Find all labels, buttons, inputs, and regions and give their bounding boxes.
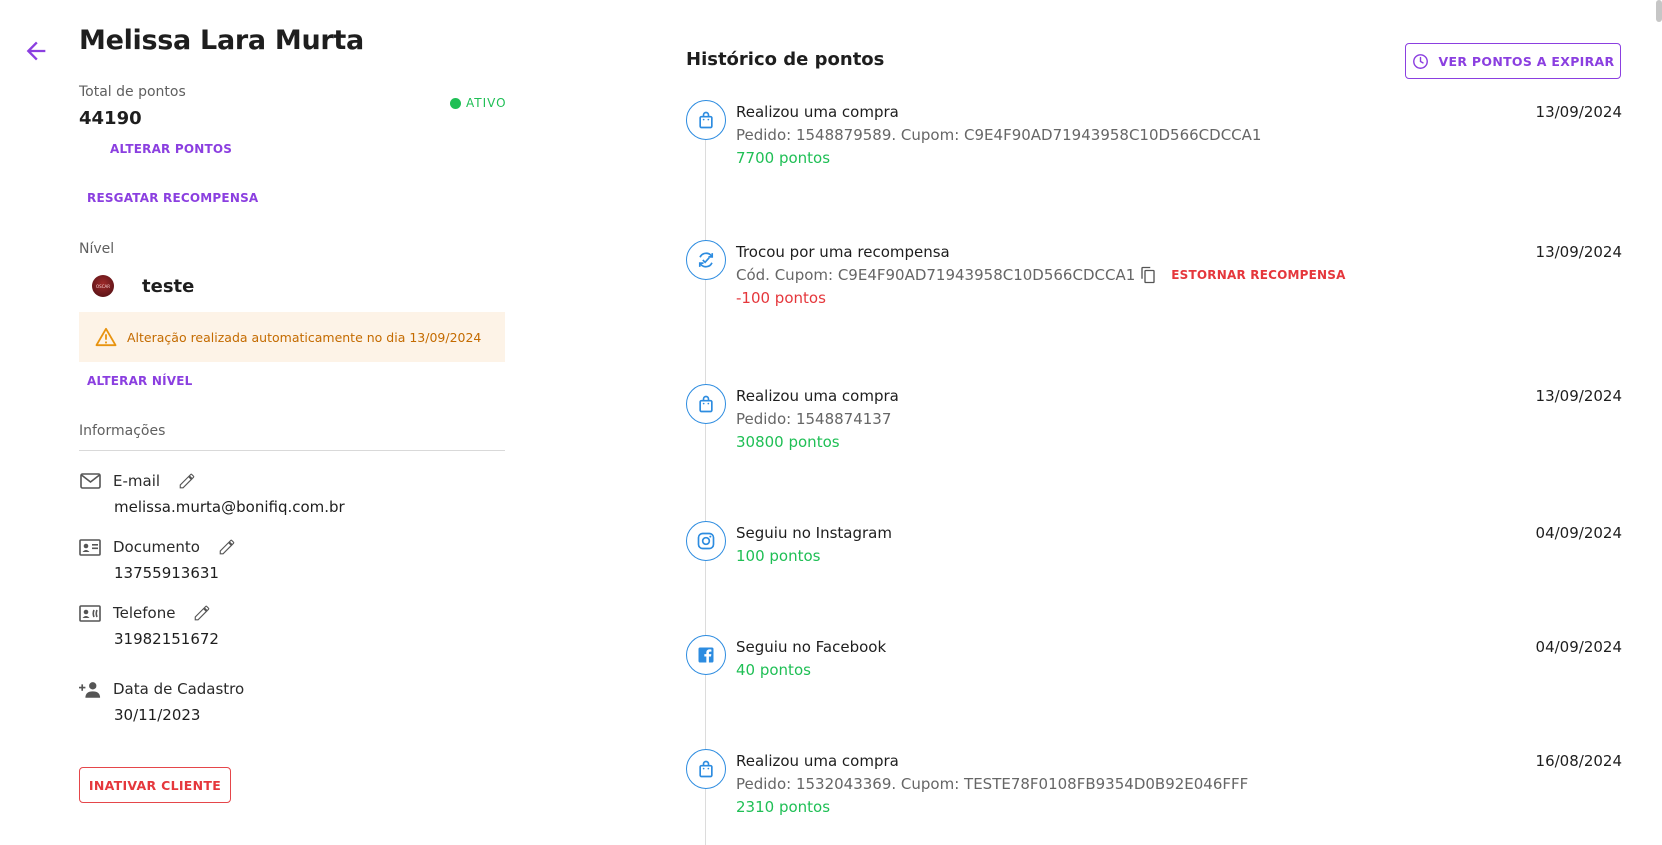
phone-value: 31982151672 <box>114 630 219 648</box>
shopping-bag-icon <box>686 749 726 789</box>
exchange-icon <box>686 240 726 280</box>
email-value: melissa.murta@bonifiq.com.br <box>114 498 345 516</box>
scrollbar-thumb[interactable] <box>1656 0 1662 22</box>
facebook-icon <box>686 635 726 675</box>
status-text: ATIVO <box>466 96 507 110</box>
phone-label: Telefone <box>113 604 176 622</box>
redeem-reward-link[interactable]: RESGATAR RECOMPENSA <box>87 191 258 205</box>
info-phone: Telefone 31982151672 <box>79 604 499 648</box>
customer-name: Melissa Lara Murta <box>79 25 364 56</box>
event-points: 2310 pontos <box>736 798 831 816</box>
event-title: Realizou uma compra <box>736 752 899 770</box>
shopping-bag-icon <box>686 100 726 140</box>
event-date: 16/08/2024 <box>1535 752 1622 770</box>
event-points: 40 pontos <box>736 661 811 679</box>
event-detail-text: Pedido: 1548879589. Cupom: C9E4F90AD7194… <box>736 126 1262 144</box>
signup-label: Data de Cadastro <box>113 680 245 698</box>
history-title: Histórico de pontos <box>686 49 885 70</box>
back-arrow-icon[interactable] <box>22 37 50 65</box>
status-dot-icon <box>450 97 461 109</box>
event-title: Seguiu no Instagram <box>736 524 892 542</box>
view-expiring-points-label: VER PONTOS A EXPIRAR <box>1438 53 1615 69</box>
edit-phone-pencil-icon[interactable] <box>193 604 211 622</box>
total-points-value: 44190 <box>79 108 142 129</box>
event-date: 13/09/2024 <box>1535 243 1622 261</box>
person-add-icon <box>79 680 101 698</box>
signup-value: 30/11/2023 <box>114 706 201 724</box>
level-label: Nível <box>79 241 115 257</box>
deactivate-customer-button[interactable]: INATIVAR CLIENTE <box>79 767 231 803</box>
event-detail-text: Cód. Cupom: C9E4F90AD71943958C10D566CDCC… <box>736 266 1136 284</box>
event-points: 100 pontos <box>736 547 821 565</box>
level-name: teste <box>142 275 195 297</box>
event-points: 7700 pontos <box>736 149 831 167</box>
event-detail-text: Pedido: 1548874137 <box>736 410 892 428</box>
info-document: Documento 13755913631 <box>79 538 499 582</box>
info-email: E-mail melissa.murta@bonifiq.com.br <box>79 472 499 516</box>
info-signup: Data de Cadastro 30/11/2023 <box>79 680 499 724</box>
edit-email-pencil-icon[interactable] <box>178 472 196 490</box>
mail-icon <box>79 472 101 490</box>
edit-document-pencil-icon[interactable] <box>218 538 236 556</box>
info-divider <box>79 450 505 451</box>
view-expiring-points-button[interactable]: VER PONTOS A EXPIRAR <box>1405 43 1621 79</box>
event-detail: Pedido: 1548874137 <box>736 410 1536 428</box>
document-value: 13755913631 <box>114 564 219 582</box>
copy-icon[interactable] <box>1139 266 1157 284</box>
event-detail-text: Pedido: 1532043369. Cupom: TESTE78F0108F… <box>736 775 1249 793</box>
event-title: Trocou por uma recompensa <box>736 243 950 261</box>
instagram-icon <box>686 521 726 561</box>
alter-level-link[interactable]: ALTERAR NÍVEL <box>87 374 193 388</box>
event-date: 13/09/2024 <box>1535 387 1622 405</box>
event-date: 04/09/2024 <box>1535 524 1622 542</box>
contact-phone-icon <box>79 604 101 622</box>
event-title: Seguiu no Facebook <box>736 638 887 656</box>
event-points: 30800 pontos <box>736 433 840 451</box>
alter-points-link[interactable]: ALTERAR PONTOS <box>110 142 232 156</box>
level-change-alert: Alteração realizada automaticamente no d… <box>79 312 505 362</box>
timeline-line <box>705 100 706 845</box>
event-detail: Pedido: 1532043369. Cupom: TESTE78F0108F… <box>736 775 1536 793</box>
event-date: 04/09/2024 <box>1535 638 1622 656</box>
warning-icon <box>95 327 117 347</box>
clock-icon <box>1412 53 1428 69</box>
shopping-bag-icon <box>686 384 726 424</box>
event-detail: Cód. Cupom: C9E4F90AD71943958C10D566CDCC… <box>736 266 1536 284</box>
total-points-label: Total de pontos <box>79 84 186 100</box>
event-title: Realizou uma compra <box>736 387 899 405</box>
email-label: E-mail <box>113 472 161 490</box>
info-section-label: Informações <box>79 423 166 439</box>
level-badge-text: OSCAR <box>96 283 110 289</box>
level-row: OSCAR teste <box>92 275 194 297</box>
event-date: 13/09/2024 <box>1535 103 1622 121</box>
id-card-icon <box>79 538 101 556</box>
reverse-reward-link[interactable]: ESTORNAR RECOMPENSA <box>1171 268 1345 282</box>
level-alert-text: Alteração realizada automaticamente no d… <box>127 329 482 345</box>
event-title: Realizou uma compra <box>736 103 899 121</box>
event-points: -100 pontos <box>736 289 826 307</box>
status-badge: ATIVO <box>450 96 507 110</box>
document-label: Documento <box>113 538 200 556</box>
level-badge-icon: OSCAR <box>92 275 114 297</box>
event-detail: Pedido: 1548879589. Cupom: C9E4F90AD7194… <box>736 126 1536 144</box>
